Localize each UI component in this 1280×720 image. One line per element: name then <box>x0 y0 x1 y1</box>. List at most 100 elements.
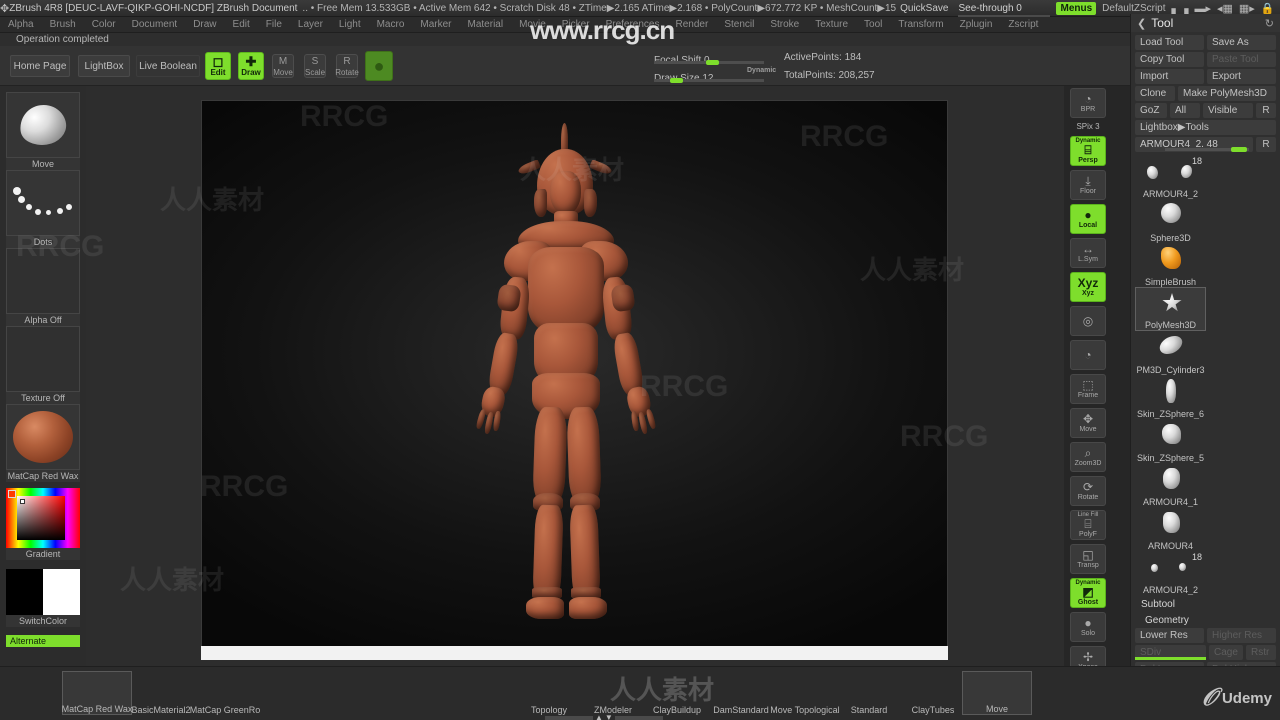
copy-tool-button[interactable]: Copy Tool <box>1135 52 1204 67</box>
rail-button-l-sym[interactable]: ↔ L.Sym <box>1070 238 1106 268</box>
brush-item-move-topological[interactable]: Move Topological <box>770 671 840 715</box>
stroke-selector[interactable]: Dots <box>6 170 80 248</box>
alternate-button[interactable]: Alternate <box>6 635 80 647</box>
rail-button-polyf[interactable]: Line Fill ⌸ PolyF <box>1070 510 1106 540</box>
current-tool-knob[interactable] <box>1231 147 1247 152</box>
menu-item-edit[interactable]: Edit <box>225 19 258 30</box>
brush-item-standard[interactable]: Standard <box>834 671 904 715</box>
menu-item-picker[interactable]: Picker <box>554 19 598 30</box>
menu-item-draw[interactable]: Draw <box>185 19 224 30</box>
rail-button-transp[interactable]: ◱ Transp <box>1070 544 1106 574</box>
brush-scroll-right-track[interactable] <box>614 715 663 720</box>
tool-thumb-simplebrush[interactable]: SimpleBrush <box>1135 243 1206 287</box>
rail-button-persp[interactable]: Dynamic ⌸ Persp <box>1070 136 1106 166</box>
lock-icon[interactable]: 🔒 <box>1261 2 1275 15</box>
chevron-left-icon[interactable]: ❮ <box>1137 17 1146 30</box>
material-item-basicmaterial2[interactable]: BasicMaterial2 <box>126 671 196 715</box>
menu-item-document[interactable]: Document <box>124 19 186 30</box>
rail-button-bpr[interactable]: ◔ BPR <box>1070 88 1106 118</box>
switch-color-icon[interactable] <box>6 569 80 615</box>
menu-item-macro[interactable]: Macro <box>369 19 413 30</box>
brush-item-zmodeler[interactable]: ZModeler <box>578 671 648 715</box>
load-tool-button[interactable]: Load Tool <box>1135 35 1204 50</box>
rail-button-activate-symmetry-icon[interactable]: ◎ <box>1070 306 1106 336</box>
rail-button-floor[interactable]: ⤓ Floor <box>1070 170 1106 200</box>
geometry-section-label[interactable]: Geometry <box>1135 612 1276 628</box>
current-tool-r-button[interactable]: R <box>1256 137 1276 152</box>
menu-item-preferences[interactable]: Preferences <box>598 19 668 30</box>
viewport-canvas[interactable] <box>201 100 948 660</box>
rail-button-radial-symmetry-icon[interactable]: ◔ <box>1070 340 1106 370</box>
color-picker[interactable]: Gradient <box>6 488 80 560</box>
rail-button-ghost[interactable]: Dynamic ◩ Ghost <box>1070 578 1106 608</box>
rotate-button[interactable]: R Rotate <box>335 54 359 78</box>
brush-size-icon[interactable]: ▖▗ <box>1172 2 1189 15</box>
lightbox-button[interactable]: LightBox <box>78 55 130 77</box>
menu-item-light[interactable]: Light <box>331 19 369 30</box>
menu-item-alpha[interactable]: Alpha <box>0 19 42 30</box>
goz-all-button[interactable]: All <box>1170 103 1200 118</box>
clone-button[interactable]: Clone <box>1135 86 1175 101</box>
rail-button-solo[interactable]: ● Solo <box>1070 612 1106 642</box>
refresh-icon[interactable]: ↻ <box>1265 17 1274 30</box>
menus-toggle-button[interactable]: Menus <box>1056 1 1097 15</box>
menu-item-marker[interactable]: Marker <box>412 19 459 30</box>
menu-item-zplugin[interactable]: Zplugin <box>952 19 1001 30</box>
menu-item-zscript[interactable]: Zscript <box>1000 19 1046 30</box>
menu-item-render[interactable]: Render <box>668 19 717 30</box>
rail-button-zoom3d[interactable]: ⌕ Zoom3D <box>1070 442 1106 472</box>
lower-res-button[interactable]: Lower Res <box>1135 628 1204 643</box>
menu-item-transform[interactable]: Transform <box>890 19 951 30</box>
menu-item-brush[interactable]: Brush <box>42 19 84 30</box>
tray-right-icon[interactable]: ▦▸ <box>1239 2 1255 15</box>
subtool-section-label[interactable]: Subtool <box>1135 596 1276 612</box>
export-button[interactable]: Export <box>1207 69 1276 84</box>
menu-item-layer[interactable]: Layer <box>290 19 331 30</box>
save-as-button[interactable]: Save As <box>1207 35 1276 50</box>
rail-spix-icon[interactable]: SPix 3 <box>1070 122 1106 131</box>
menu-item-texture[interactable]: Texture <box>807 19 856 30</box>
rail-button-xyz[interactable]: Xyz Xyz <box>1070 272 1106 302</box>
canvas-area[interactable] <box>86 86 1064 666</box>
material-item-matcap-greenro[interactable]: MatCap GreenRo <box>190 671 261 715</box>
menu-item-stroke[interactable]: Stroke <box>762 19 807 30</box>
focal-shift-knob[interactable] <box>706 60 719 65</box>
rail-button-move[interactable]: ✥ Move <box>1070 408 1106 438</box>
tool-thumb-armour4-2[interactable]: 18 ARMOUR4_2 <box>1135 551 1206 595</box>
menu-item-stencil[interactable]: Stencil <box>716 19 762 30</box>
tool-thumb-skin-zsphere-5[interactable]: Skin_ZSphere_5 <box>1135 419 1206 463</box>
tool-thumb-armour4[interactable]: ARMOUR4 <box>1135 507 1206 551</box>
brush-selector[interactable]: Move <box>6 92 80 170</box>
brush-scroll-left-track[interactable] <box>545 715 593 720</box>
menu-item-file[interactable]: File <box>258 19 290 30</box>
see-through-slider[interactable]: See-through 0 <box>958 3 1051 18</box>
scale-button[interactable]: S Scale <box>304 54 326 78</box>
material-selector[interactable]: MatCap Red Wax <box>6 342 80 482</box>
menu-item-color[interactable]: Color <box>84 19 124 30</box>
draw-size-knob[interactable] <box>670 78 683 83</box>
menu-item-material[interactable]: Material <box>460 19 512 30</box>
import-button[interactable]: Import <box>1135 69 1204 84</box>
quicksave-button[interactable]: QuickSave <box>896 3 952 14</box>
home-page-button[interactable]: Home Page <box>10 55 70 77</box>
lightbox-tools-button[interactable]: Lightbox▶Tools <box>1135 120 1276 135</box>
material-item-matcap-red-wax[interactable]: MatCap Red Wax <box>62 671 132 715</box>
brush-item-claybuildup[interactable]: ClayBuildup <box>642 671 712 715</box>
tool-thumb-skin-zsphere-6[interactable]: Skin_ZSphere_6 <box>1135 375 1206 419</box>
menu-item-movie[interactable]: Movie <box>511 19 554 30</box>
brush-item-move[interactable]: Move <box>962 671 1032 715</box>
rail-button-frame[interactable]: ⬚ Frame <box>1070 374 1106 404</box>
goz-visible-button[interactable]: Visible <box>1203 103 1253 118</box>
make-polymesh3d-button[interactable]: Make PolyMesh3D <box>1178 86 1276 101</box>
brush-item-claytubes[interactable]: ClayTubes <box>898 671 968 715</box>
live-boolean-button[interactable]: Live Boolean <box>136 55 200 77</box>
color-picker-icon[interactable] <box>6 488 80 548</box>
rail-button-local[interactable]: ● Local <box>1070 204 1106 234</box>
focal-shift-slider[interactable]: Focal Shift 0 <box>654 50 764 66</box>
default-zscript-label[interactable]: DefaultZScript <box>1102 3 1165 14</box>
rail-button-rotate[interactable]: ⟳ Rotate <box>1070 476 1106 506</box>
alpha-selector[interactable]: Alpha Off <box>6 248 80 326</box>
tool-thumb-polymesh3d[interactable]: PolyMesh3D <box>1135 287 1206 331</box>
tool-thumb-pm3d-cylinder3[interactable]: PM3D_Cylinder3 <box>1135 331 1206 375</box>
dynamic-toggle[interactable]: Dynamic <box>747 67 776 74</box>
